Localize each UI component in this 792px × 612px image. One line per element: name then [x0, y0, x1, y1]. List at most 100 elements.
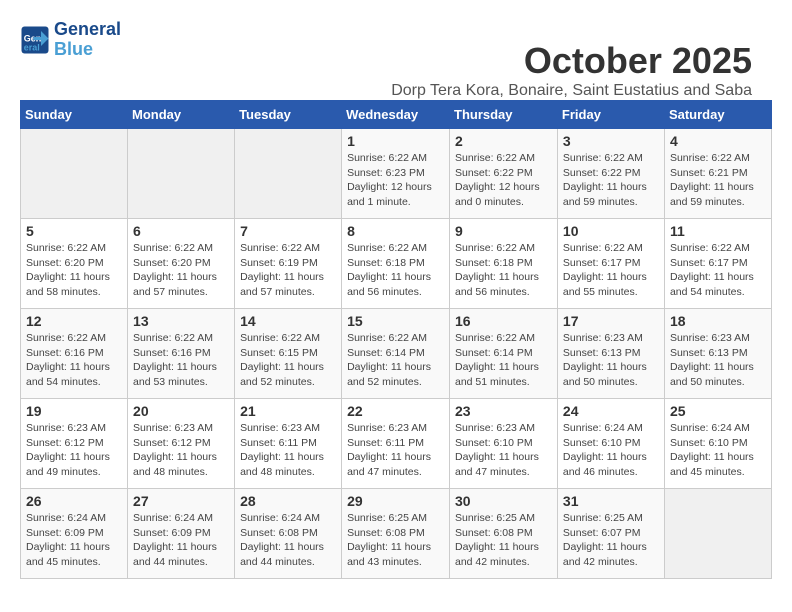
day-number: 30	[455, 493, 552, 509]
weekday-header-saturday: Saturday	[664, 101, 771, 129]
calendar-cell: 31Sunrise: 6:25 AM Sunset: 6:07 PM Dayli…	[557, 489, 664, 579]
day-number: 22	[347, 403, 444, 419]
day-info: Sunrise: 6:25 AM Sunset: 6:08 PM Dayligh…	[455, 511, 552, 570]
weekday-header-friday: Friday	[557, 101, 664, 129]
calendar-cell: 12 Sunrise: 6:22 AM Sunset: 6:16 PM Dayli…	[21, 309, 128, 399]
day-number: 8	[347, 223, 444, 239]
day-number: 13	[133, 313, 229, 329]
day-info: Sunrise: 6:23 AM Sunset: 6:12 PM Dayligh…	[26, 421, 122, 480]
calendar-cell: 2 Sunrise: 6:22 AM Sunset: 6:22 PM Daylig…	[450, 129, 558, 219]
calendar-cell	[235, 129, 342, 219]
day-number: 3	[563, 133, 659, 149]
day-info: Sunrise: 6:22 AM Sunset: 6:18 PM Dayligh…	[347, 241, 444, 300]
logo-icon: Gen eral	[20, 25, 50, 55]
calendar-cell: 16 Sunrise: 6:22 AM Sunset: 6:14 PM Dayli…	[450, 309, 558, 399]
calendar-week-row: 5 Sunrise: 6:22 AM Sunset: 6:20 PM Daylig…	[21, 219, 772, 309]
day-number: 5	[26, 223, 122, 239]
day-info: Sunrise: 6:24 AM Sunset: 6:09 PM Dayligh…	[26, 511, 122, 570]
day-info: Sunrise: 6:25 AM Sunset: 6:08 PM Dayligh…	[347, 511, 444, 570]
day-info: Sunrise: 6:22 AM Sunset: 6:15 PM Dayligh…	[240, 331, 336, 390]
calendar-header-row: SundayMondayTuesdayWednesdayThursdayFrid…	[21, 101, 772, 129]
day-number: 16	[455, 313, 552, 329]
logo-line1: General	[54, 20, 121, 40]
day-info: Sunrise: 6:23 AM Sunset: 6:11 PM Dayligh…	[240, 421, 336, 480]
calendar-cell: 18 Sunrise: 6:23 AM Sunset: 6:13 PM Dayli…	[664, 309, 771, 399]
calendar-cell	[128, 129, 235, 219]
title-section: October 2025 Dorp Tera Kora, Bonaire, Sa…	[391, 40, 752, 100]
day-info: Sunrise: 6:22 AM Sunset: 6:14 PM Dayligh…	[347, 331, 444, 390]
day-info: Sunrise: 6:22 AM Sunset: 6:23 PM Dayligh…	[347, 151, 444, 210]
calendar-cell: 24 Sunrise: 6:24 AM Sunset: 6:10 PM Dayli…	[557, 399, 664, 489]
day-number: 27	[133, 493, 229, 509]
day-info: Sunrise: 6:24 AM Sunset: 6:09 PM Dayligh…	[133, 511, 229, 570]
day-info: Sunrise: 6:24 AM Sunset: 6:08 PM Dayligh…	[240, 511, 336, 570]
day-info: Sunrise: 6:22 AM Sunset: 6:22 PM Dayligh…	[563, 151, 659, 210]
calendar-cell: 27 Sunrise: 6:24 AM Sunset: 6:09 PM Dayli…	[128, 489, 235, 579]
calendar-table: SundayMondayTuesdayWednesdayThursdayFrid…	[20, 100, 772, 579]
month-title: October 2025	[391, 40, 752, 82]
calendar-cell: 28 Sunrise: 6:24 AM Sunset: 6:08 PM Dayli…	[235, 489, 342, 579]
day-info: Sunrise: 6:22 AM Sunset: 6:17 PM Dayligh…	[670, 241, 766, 300]
calendar-cell: 1 Sunrise: 6:22 AM Sunset: 6:23 PM Daylig…	[342, 129, 450, 219]
subtitle: Dorp Tera Kora, Bonaire, Saint Eustatius…	[391, 82, 752, 100]
day-number: 19	[26, 403, 122, 419]
day-info: Sunrise: 6:22 AM Sunset: 6:22 PM Dayligh…	[455, 151, 552, 210]
calendar-cell: 6 Sunrise: 6:22 AM Sunset: 6:20 PM Daylig…	[128, 219, 235, 309]
day-info: Sunrise: 6:23 AM Sunset: 6:13 PM Dayligh…	[670, 331, 766, 390]
weekday-header-monday: Monday	[128, 101, 235, 129]
day-info: Sunrise: 6:23 AM Sunset: 6:10 PM Dayligh…	[455, 421, 552, 480]
day-number: 15	[347, 313, 444, 329]
calendar-cell: 15 Sunrise: 6:22 AM Sunset: 6:14 PM Dayli…	[342, 309, 450, 399]
calendar-cell: 29 Sunrise: 6:25 AM Sunset: 6:08 PM Dayli…	[342, 489, 450, 579]
day-number: 6	[133, 223, 229, 239]
calendar-cell: 17 Sunrise: 6:23 AM Sunset: 6:13 PM Dayli…	[557, 309, 664, 399]
day-number: 7	[240, 223, 336, 239]
day-info: Sunrise: 6:22 AM Sunset: 6:14 PM Dayligh…	[455, 331, 552, 390]
day-info: Sunrise: 6:22 AM Sunset: 6:20 PM Dayligh…	[133, 241, 229, 300]
day-number: 12	[26, 313, 122, 329]
day-number: 23	[455, 403, 552, 419]
day-number: 17	[563, 313, 659, 329]
day-number: 1	[347, 133, 444, 149]
day-number: 29	[347, 493, 444, 509]
day-number: 26	[26, 493, 122, 509]
calendar-week-row: 19 Sunrise: 6:23 AM Sunset: 6:12 PM Dayli…	[21, 399, 772, 489]
weekday-header-tuesday: Tuesday	[235, 101, 342, 129]
day-number: 10	[563, 223, 659, 239]
day-number: 18	[670, 313, 766, 329]
day-info: Sunrise: 6:22 AM Sunset: 6:16 PM Dayligh…	[26, 331, 122, 390]
day-number: 31	[563, 493, 659, 509]
day-number: 2	[455, 133, 552, 149]
calendar-cell: 10 Sunrise: 6:22 AM Sunset: 6:17 PM Dayli…	[557, 219, 664, 309]
day-number: 24	[563, 403, 659, 419]
calendar-cell: 9Sunrise: 6:22 AM Sunset: 6:18 PM Daylig…	[450, 219, 558, 309]
weekday-header-sunday: Sunday	[21, 101, 128, 129]
day-info: Sunrise: 6:22 AM Sunset: 6:17 PM Dayligh…	[563, 241, 659, 300]
day-number: 14	[240, 313, 336, 329]
calendar-cell: 30 Sunrise: 6:25 AM Sunset: 6:08 PM Dayli…	[450, 489, 558, 579]
calendar-cell: 23 Sunrise: 6:23 AM Sunset: 6:10 PM Dayli…	[450, 399, 558, 489]
calendar-cell: 3 Sunrise: 6:22 AM Sunset: 6:22 PM Daylig…	[557, 129, 664, 219]
calendar-cell: 22Sunrise: 6:23 AM Sunset: 6:11 PM Dayli…	[342, 399, 450, 489]
calendar-cell	[21, 129, 128, 219]
svg-text:eral: eral	[24, 42, 40, 52]
day-info: Sunrise: 6:24 AM Sunset: 6:10 PM Dayligh…	[563, 421, 659, 480]
calendar-cell: 26 Sunrise: 6:24 AM Sunset: 6:09 PM Dayli…	[21, 489, 128, 579]
calendar-cell: 19 Sunrise: 6:23 AM Sunset: 6:12 PM Dayli…	[21, 399, 128, 489]
calendar-cell: 21 Sunrise: 6:23 AM Sunset: 6:11 PM Dayli…	[235, 399, 342, 489]
calendar-week-row: 26 Sunrise: 6:24 AM Sunset: 6:09 PM Dayli…	[21, 489, 772, 579]
day-info: Sunrise: 6:23 AM Sunset: 6:13 PM Dayligh…	[563, 331, 659, 390]
calendar-week-row: 1 Sunrise: 6:22 AM Sunset: 6:23 PM Daylig…	[21, 129, 772, 219]
day-number: 28	[240, 493, 336, 509]
day-number: 4	[670, 133, 766, 149]
top-area: Gen eral General Blue October 2025 Dorp …	[20, 20, 772, 90]
calendar-cell: 11Sunrise: 6:22 AM Sunset: 6:17 PM Dayli…	[664, 219, 771, 309]
day-number: 9	[455, 223, 552, 239]
day-info: Sunrise: 6:23 AM Sunset: 6:12 PM Dayligh…	[133, 421, 229, 480]
calendar-cell: 14 Sunrise: 6:22 AM Sunset: 6:15 PM Dayli…	[235, 309, 342, 399]
day-info: Sunrise: 6:22 AM Sunset: 6:16 PM Dayligh…	[133, 331, 229, 390]
day-number: 21	[240, 403, 336, 419]
calendar-cell: 5Sunrise: 6:22 AM Sunset: 6:20 PM Daylig…	[21, 219, 128, 309]
day-info: Sunrise: 6:22 AM Sunset: 6:19 PM Dayligh…	[240, 241, 336, 300]
calendar-week-row: 12 Sunrise: 6:22 AM Sunset: 6:16 PM Dayli…	[21, 309, 772, 399]
